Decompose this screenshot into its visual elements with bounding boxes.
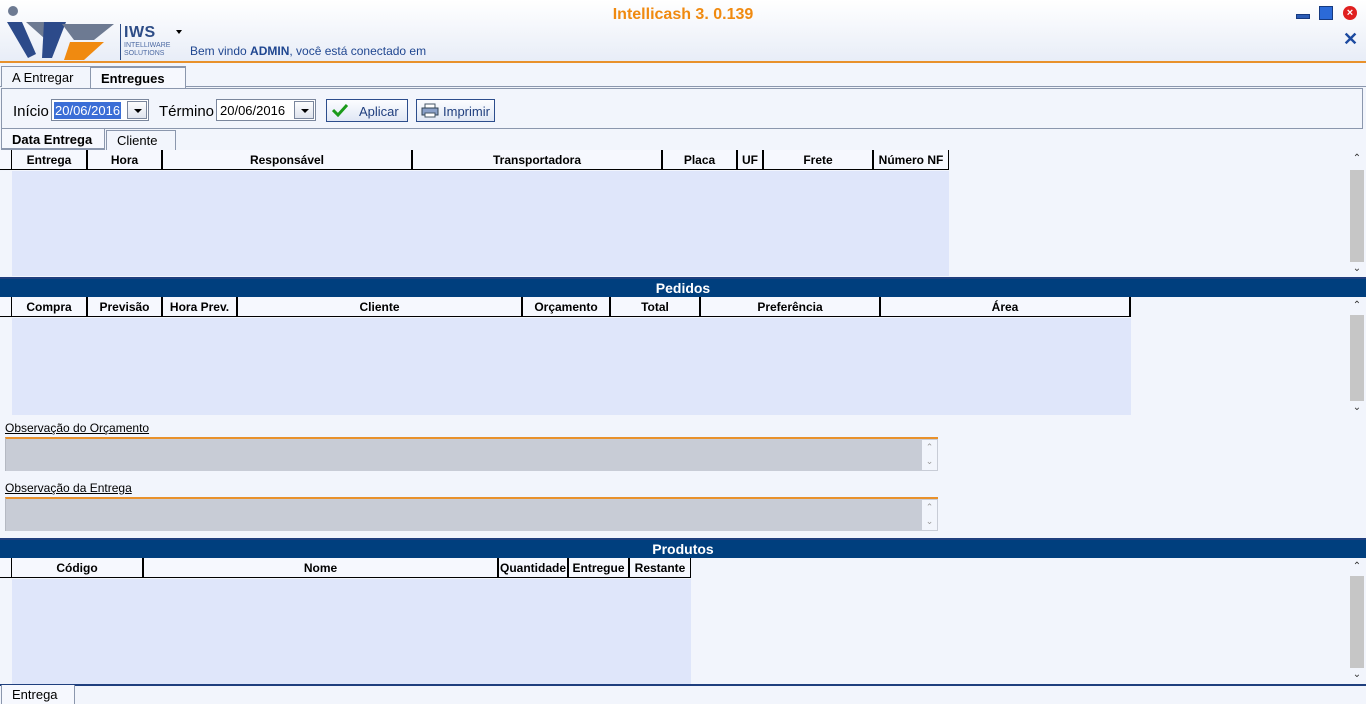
col-orcamento[interactable]: Orçamento <box>523 297 611 317</box>
orders-body[interactable] <box>12 318 1131 415</box>
checkmark-icon <box>332 103 348 117</box>
obs-scrollbar[interactable]: ⌃ ⌄ <box>922 500 937 530</box>
col-area[interactable]: Área <box>881 297 1131 317</box>
tab-entrega[interactable]: Entrega <box>1 685 75 704</box>
col-uf[interactable]: UF <box>738 150 764 170</box>
scroll-down-icon[interactable]: ⌄ <box>1351 403 1363 413</box>
deliveries-header: Entrega Hora Responsável Transportadora … <box>0 150 949 170</box>
end-label: Término <box>159 103 215 120</box>
obs-entrega-field[interactable]: ⌃ ⌄ <box>5 497 938 531</box>
col-nome[interactable]: Nome <box>144 558 499 578</box>
col-previsao[interactable]: Previsão <box>88 297 163 317</box>
col-entregue[interactable]: Entregue <box>569 558 630 578</box>
scroll-thumb[interactable] <box>1350 170 1364 262</box>
tabbar-divider <box>0 86 1366 87</box>
logo-divider <box>120 24 121 60</box>
maximize-icon[interactable] <box>1319 6 1333 20</box>
orders-grid: Compra Previsão Hora Prev. Cliente Orçam… <box>0 297 1366 415</box>
row-selector-header <box>0 558 12 578</box>
bottom-divider <box>0 684 1366 686</box>
col-transportadora[interactable]: Transportadora <box>413 150 663 170</box>
col-compra[interactable]: Compra <box>12 297 88 317</box>
end-date-field[interactable]: 20/06/2016 <box>216 99 316 121</box>
deliveries-grid: Entrega Hora Responsável Transportadora … <box>0 150 1366 276</box>
row-selector-header <box>0 150 12 170</box>
col-total[interactable]: Total <box>611 297 701 317</box>
products-grid: Código Nome Quantidade Entregue Restante… <box>0 558 1366 684</box>
scroll-up-icon[interactable]: ⌃ <box>1351 562 1363 572</box>
scroll-down-icon[interactable]: ⌄ <box>1351 264 1363 274</box>
scroll-up-icon[interactable]: ⌃ <box>1351 301 1363 311</box>
tab-entregues[interactable]: Entregues <box>90 66 186 88</box>
tab-cliente[interactable]: Cliente <box>106 130 176 150</box>
orders-header: Compra Previsão Hora Prev. Cliente Orçam… <box>0 297 1131 317</box>
filter-panel: Início 20/06/2016 Término 20/06/2016 Apl… <box>1 88 1363 129</box>
obs-orcamento-field[interactable]: ⌃ ⌄ <box>5 437 938 471</box>
logo-subtitle: INTELLIWARE SOLUTIONS <box>124 42 171 57</box>
orders-section-title: Pedidos <box>0 279 1366 297</box>
obs-scrollbar[interactable]: ⌃ ⌄ <box>922 440 937 470</box>
col-restante[interactable]: Restante <box>630 558 691 578</box>
col-responsavel[interactable]: Responsável <box>163 150 413 170</box>
deliveries-scrollbar[interactable]: ⌃ ⌄ <box>1350 152 1364 276</box>
print-button[interactable]: Imprimir <box>416 99 495 122</box>
welcome-message: Bem vindo ADMIN, você está conectado em <box>190 44 427 58</box>
start-label: Início <box>13 103 49 120</box>
printer-icon <box>421 103 439 118</box>
products-section-title: Produtos <box>0 540 1366 558</box>
app-header: IWS INTELLIWARE SOLUTIONS Bem vindo ADMI… <box>0 0 1366 63</box>
deliveries-body[interactable] <box>12 171 949 276</box>
start-date-dropdown-icon[interactable] <box>127 101 147 119</box>
products-scrollbar[interactable]: ⌃ ⌄ <box>1350 560 1364 684</box>
col-entrega[interactable]: Entrega <box>12 150 88 170</box>
scroll-up-icon[interactable]: ⌃ <box>1351 154 1363 164</box>
tab-a-entregar[interactable]: A Entregar <box>1 66 91 87</box>
logo-text: IWS <box>124 24 156 41</box>
col-frete[interactable]: Frete <box>764 150 874 170</box>
scroll-thumb[interactable] <box>1350 315 1364 401</box>
products-body[interactable] <box>12 579 691 684</box>
products-header: Código Nome Quantidade Entregue Restante <box>0 558 691 578</box>
col-numero-nf[interactable]: Número NF <box>874 150 949 170</box>
obs-entrega-label: Observação da Entrega <box>5 481 132 495</box>
col-hora-prev[interactable]: Hora Prev. <box>163 297 238 317</box>
col-preferencia[interactable]: Preferência <box>701 297 881 317</box>
orders-scrollbar[interactable]: ⌃ ⌄ <box>1350 299 1364 415</box>
chevron-down-icon[interactable] <box>176 30 182 34</box>
scroll-thumb[interactable] <box>1350 576 1364 668</box>
start-date-field[interactable]: 20/06/2016 <box>51 99 149 121</box>
close-tab-icon[interactable]: ✕ <box>1343 30 1358 48</box>
col-placa[interactable]: Placa <box>663 150 738 170</box>
app-title: Intellicash 3. 0.139 <box>612 6 754 23</box>
minimize-icon[interactable] <box>1295 6 1310 20</box>
tab-data-entrega[interactable]: Data Entrega <box>1 129 105 150</box>
col-cliente[interactable]: Cliente <box>238 297 523 317</box>
col-quantidade[interactable]: Quantidade <box>499 558 569 578</box>
end-date-dropdown-icon[interactable] <box>294 101 314 119</box>
scroll-down-icon[interactable]: ⌄ <box>1351 670 1363 680</box>
obs-orcamento-label: Observação do Orçamento <box>5 421 150 435</box>
close-icon[interactable]: × <box>1343 6 1357 20</box>
row-selector-header <box>0 297 12 317</box>
col-codigo[interactable]: Código <box>12 558 144 578</box>
apply-button[interactable]: Aplicar <box>326 99 408 122</box>
col-hora[interactable]: Hora <box>88 150 163 170</box>
